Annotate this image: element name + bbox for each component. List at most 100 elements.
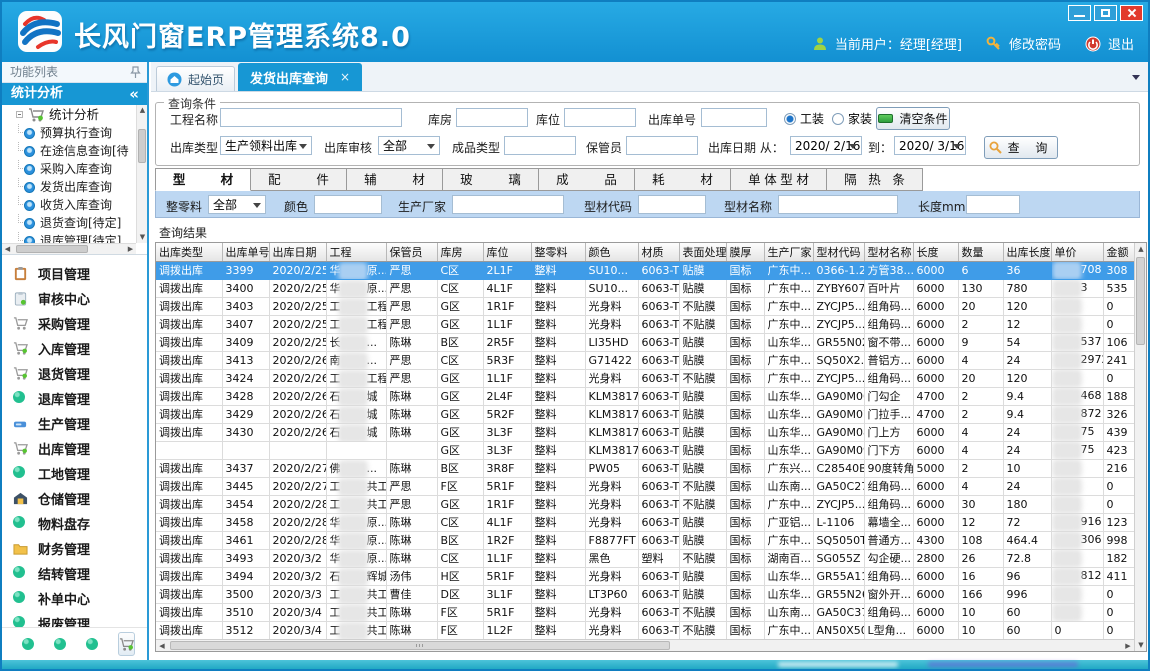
column-header[interactable]: 金额 [1103, 243, 1134, 261]
table-row[interactable]: 调拨出库34282020/2/26石城陈琳G区2L4F整料KLM38176063… [156, 387, 1134, 405]
outbound-type-select[interactable]: 生产领料出库 [220, 136, 312, 155]
table-row[interactable]: 调拨出库34452020/2/27工共工程严思F区5R1F整料光身料6063-T… [156, 477, 1134, 495]
sidebar-item-生产管理[interactable]: 生产管理 [2, 411, 147, 436]
column-header[interactable]: 长度 [913, 243, 958, 261]
sidebar-item-退货管理[interactable]: 退货管理 [2, 361, 147, 386]
tree-root[interactable]: 统计分析 [2, 105, 147, 124]
search-button[interactable]: 查 询 [984, 136, 1058, 159]
table-row[interactable]: 调拨出库34542020/2/28工共工程严思G区1R1F整料光身料6063-T… [156, 495, 1134, 513]
sidebar-item-入库管理[interactable]: 入库管理 [2, 336, 147, 361]
table-row[interactable]: 调拨出库34092020/2/25长...陈琳B区2R5F整料LI35HD606… [156, 333, 1134, 351]
table-row[interactable]: G区3L3F整料KLM38176063-T5贴膜国标山东华...GA90M09.… [156, 441, 1134, 459]
sidebar-item-补单中心[interactable]: 补单中心 [2, 586, 147, 611]
scroll-down-icon[interactable]: ▼ [137, 232, 147, 243]
tree-item[interactable]: 预算执行查询 [2, 124, 147, 142]
column-header[interactable]: 出库单号 [222, 243, 269, 261]
scroll-up-icon[interactable]: ▲ [137, 105, 147, 116]
sidebar-item-报废管理[interactable]: 报废管理 [2, 611, 147, 627]
pin-icon[interactable] [130, 65, 141, 85]
sidebar-item-退库管理[interactable]: 退库管理 [2, 386, 147, 411]
tab-list-dropdown-icon[interactable] [1132, 75, 1140, 84]
sidebar-item-审核中心[interactable]: 审核中心 [2, 286, 147, 311]
tree-horizontal-scrollbar[interactable]: ◀ ▶ [2, 243, 136, 254]
logout-link[interactable]: 退出 [1108, 34, 1134, 53]
maximize-button[interactable] [1094, 5, 1117, 21]
table-row[interactable]: 调拨出库35122020/3/4工共工程陈琳F区1L2F整料光身料6063-T5… [156, 621, 1134, 639]
warehouse-input[interactable] [456, 108, 528, 127]
tree-vertical-scrollbar[interactable]: ▲ ▼ [136, 105, 147, 243]
sidebar-item-物料盘存[interactable]: 物料盘存 [2, 511, 147, 536]
tree-item[interactable]: 在途信息查询[待 [2, 142, 147, 160]
sidebar-item-结转管理[interactable]: 结转管理 [2, 561, 147, 586]
sidebar-item-工地管理[interactable]: 工地管理 [2, 461, 147, 486]
table-row[interactable]: 调拨出库34072020/2/25工工程严思G区1L1F整料光身料6063-T5… [156, 315, 1134, 333]
table-row[interactable]: 调拨出库34612020/2/28华原...陈琳B区1R2F整料F8877FT6… [156, 531, 1134, 549]
subtab-配件[interactable]: 配件 [251, 168, 347, 191]
subtab-玻璃[interactable]: 玻璃 [443, 168, 539, 191]
date-to-picker[interactable]: 2020/ 3/16 [894, 136, 966, 155]
tab-close-icon[interactable]: × [340, 70, 350, 84]
manufacturer-input[interactable] [452, 195, 564, 214]
collapse-button[interactable]: « [129, 83, 139, 105]
sidebar-item-采购管理[interactable]: 采购管理 [2, 311, 147, 336]
profile-code-input[interactable] [638, 195, 706, 214]
column-header[interactable]: 单价 [1051, 243, 1103, 261]
column-header[interactable]: 库位 [483, 243, 531, 261]
sidebar-item-出库管理[interactable]: 出库管理 [2, 436, 147, 461]
scroll-up-icon[interactable]: ▲ [1135, 243, 1147, 255]
table-row[interactable]: 调拨出库34242020/2/26工工程严思G区1L1F整料光身料6063-T5… [156, 369, 1134, 387]
sidebar-item-仓储管理[interactable]: 仓储管理 [2, 486, 147, 511]
collapsed-module-icon[interactable] [54, 638, 66, 650]
table-row[interactable]: 调拨出库34132020/2/26南...严思C区5R3F整料G71422606… [156, 351, 1134, 369]
scroll-down-icon[interactable]: ▼ [1135, 639, 1147, 651]
close-button[interactable] [1120, 5, 1143, 21]
table-row[interactable]: 调拨出库34292020/2/26石城陈琳G区5R2F整料KLM38176063… [156, 405, 1134, 423]
column-header[interactable]: 出库长度 [1003, 243, 1051, 261]
column-header[interactable]: 表面处理 [679, 243, 726, 261]
radio-jiazhuang[interactable]: 家装 [832, 110, 872, 127]
tree-expander-icon[interactable] [16, 111, 23, 118]
table-vscroll-thumb[interactable] [1136, 257, 1145, 345]
keeper-input[interactable] [626, 136, 698, 155]
column-header[interactable]: 型材代码 [813, 243, 864, 261]
tab-shipping-outbound-query[interactable]: 发货出库查询 × [238, 63, 362, 91]
tree-hscroll-thumb[interactable] [16, 245, 88, 253]
table-row[interactable]: 调拨出库34032020/2/25工工程严思G区1R1F整料光身料6063-T5… [156, 297, 1134, 315]
table-horizontal-scrollbar[interactable]: ◀ ▶ [156, 639, 1134, 651]
scroll-left-icon[interactable]: ◀ [2, 244, 13, 255]
subtab-耗材[interactable]: 耗材 [635, 168, 731, 191]
part-select[interactable]: 全部 [208, 195, 266, 214]
column-header[interactable]: 膜厚 [726, 243, 764, 261]
clear-conditions-button[interactable]: 清空条件 [876, 107, 950, 130]
table-hscroll-thumb[interactable] [170, 641, 670, 650]
scroll-right-icon[interactable]: ▶ [1122, 640, 1134, 652]
column-header[interactable]: 工程 [326, 243, 386, 261]
column-header[interactable]: 保管员 [386, 243, 437, 261]
subtab-单体型材[interactable]: 单体型材 [731, 168, 827, 191]
color-input[interactable] [314, 195, 382, 214]
table-row[interactable]: 调拨出库35102020/3/4工共工程陈琳F区5R1F整料光身料6063-T5… [156, 603, 1134, 621]
tree-item[interactable]: 发货出库查询 [2, 178, 147, 196]
date-from-picker[interactable]: 2020/ 2/16 [790, 136, 862, 155]
column-header[interactable]: 出库类型 [156, 243, 222, 261]
table-row[interactable]: 调拨出库35002020/3/3工共工程曹佳D区3L1F整料LT3P606063… [156, 585, 1134, 603]
length-input[interactable] [966, 195, 1020, 214]
product-type-input[interactable] [504, 136, 576, 155]
column-header[interactable]: 材质 [638, 243, 679, 261]
tab-home[interactable]: 起始页 [156, 66, 235, 91]
minimize-button[interactable] [1068, 5, 1091, 21]
profile-name-input[interactable] [778, 195, 898, 214]
change-password-link[interactable]: 修改密码 [1009, 34, 1061, 53]
tree-vscroll-thumb[interactable] [138, 129, 146, 163]
location-input[interactable] [564, 108, 636, 127]
table-row[interactable]: 调拨出库34932020/3/2华原...陈琳C区1L1F整料黑色塑料不贴膜国标… [156, 549, 1134, 567]
collapsed-module-icon[interactable] [86, 638, 98, 650]
column-header[interactable]: 整零料 [531, 243, 585, 261]
subtab-成品[interactable]: 成品 [539, 168, 635, 191]
radio-gongzhuang[interactable]: 工装 [784, 110, 824, 127]
table-row[interactable]: 调拨出库34942020/3/2石辉城汤伟H区5R1F整料光身料6063-T5贴… [156, 567, 1134, 585]
column-header[interactable]: 库房 [437, 243, 483, 261]
audit-select[interactable]: 全部 [378, 136, 440, 155]
tree-item[interactable]: 采购入库查询 [2, 160, 147, 178]
column-header[interactable]: 出库日期 [269, 243, 326, 261]
